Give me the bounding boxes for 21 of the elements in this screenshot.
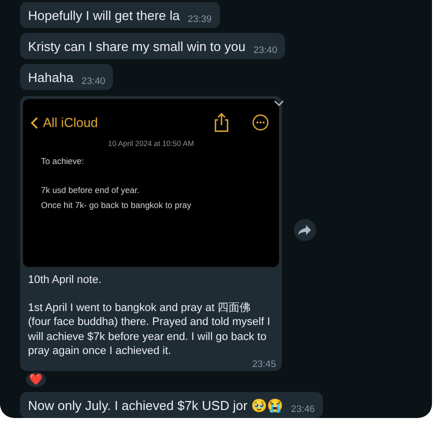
message-time: 23:40 <box>253 45 278 56</box>
message-text: Kristy can I share my small win to you <box>28 39 246 54</box>
message-time: 23:40 <box>82 76 106 87</box>
back-label: All iCloud <box>43 115 98 130</box>
message-time: 23:45 <box>251 358 276 370</box>
forward-icon[interactable] <box>294 219 316 241</box>
back-chevron-icon <box>31 116 38 128</box>
chevron-down-icon[interactable] <box>274 100 284 107</box>
share-icon <box>213 113 230 132</box>
note-line: 7k usd before end of year. <box>41 184 140 197</box>
reaction-badge[interactable]: ❤ <box>26 372 46 387</box>
message-time: 23:46 <box>291 404 315 415</box>
note-line: To achieve: <box>41 155 85 168</box>
message-text: Hahaha <box>28 70 74 85</box>
note-line: Once hit 7k- go back to bangkok to pray <box>41 199 192 212</box>
message-text: Hopefully I will get there la <box>28 8 180 23</box>
caption-text: 10th April note. <box>28 273 102 288</box>
caption-text: 1st April I went to bangkok and pray at 四面佛 (four face buddha) there. Prayed and told myself I will achieve $7k before year end. I will go back to pray again once I achieved it. <box>28 300 272 358</box>
message-time: 23:39 <box>188 14 212 25</box>
more-icon <box>252 114 269 131</box>
message-text: Now only July. I achieved $7k USD jor 🥹😭 <box>28 398 284 413</box>
